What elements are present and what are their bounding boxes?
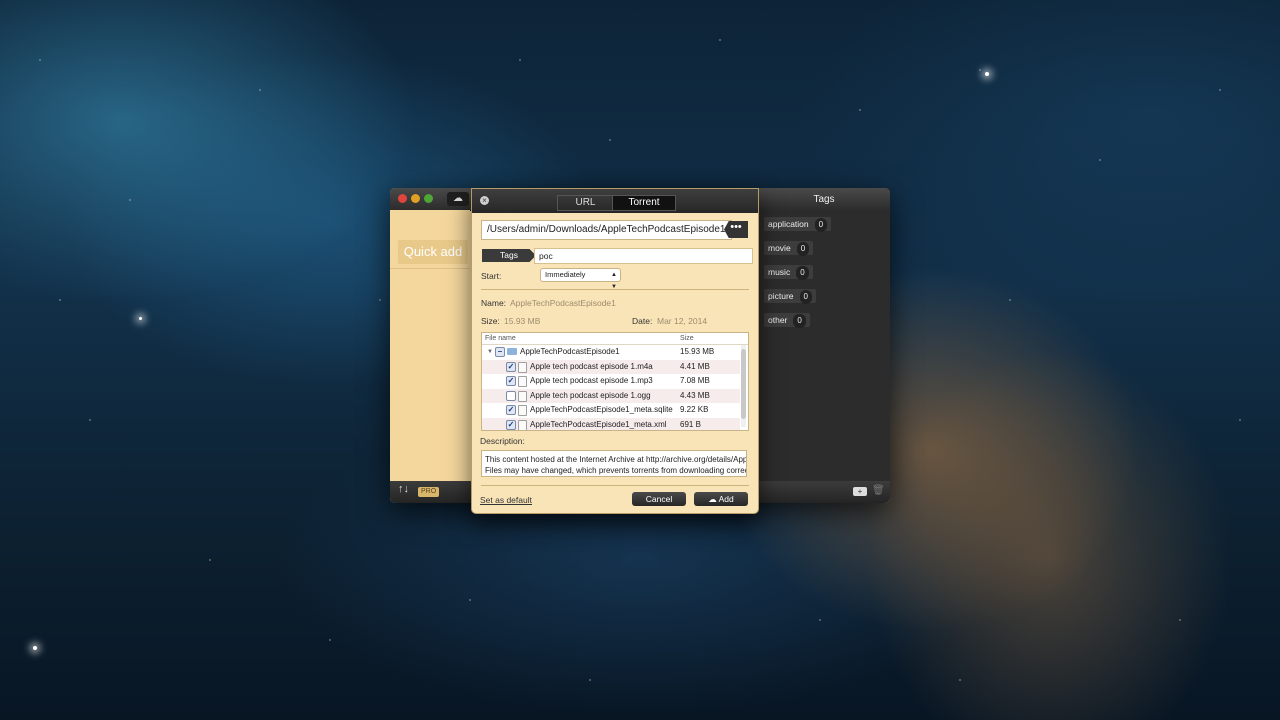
- file-size: 4.41 MB: [680, 361, 710, 371]
- tags-label: Tags: [482, 249, 536, 262]
- tag-count: 0: [793, 314, 806, 328]
- start-select-value: Immediately: [545, 270, 586, 279]
- file-row[interactable]: ✓ Apple tech podcast episode 1.m4a 4.41 …: [482, 359, 740, 374]
- audio-file-icon: [518, 376, 527, 387]
- file-size: 691 B: [680, 419, 701, 429]
- folder-name: AppleTechPodcastEpisode1: [520, 347, 620, 356]
- document-file-icon: [518, 405, 527, 416]
- file-name: Apple tech podcast episode 1.ogg: [530, 390, 651, 400]
- description-line: Files may have changed, which prevents t…: [485, 466, 746, 475]
- name-label: Name:: [481, 298, 507, 308]
- add-torrent-dialog: × URL Torrent /Users/admin/Downloads/App…: [471, 188, 759, 514]
- size-label: Size:: [481, 316, 500, 326]
- disclosure-triangle-icon[interactable]: ▼: [487, 345, 493, 360]
- cloud-upload-icon: ☁: [708, 494, 717, 504]
- column-size[interactable]: Size: [680, 333, 694, 344]
- add-button-label: Add: [718, 494, 734, 504]
- audio-file-icon: [518, 390, 527, 402]
- file-size: 9.22 KB: [680, 405, 709, 414]
- document-file-icon: [518, 419, 527, 430]
- close-window-button[interactable]: [398, 194, 407, 203]
- bright-star: [33, 646, 37, 650]
- tag-label: picture: [768, 291, 794, 301]
- tag-label: movie: [768, 243, 791, 253]
- audio-file-icon: [518, 361, 527, 373]
- file-size: 4.43 MB: [680, 390, 710, 400]
- divider: [390, 268, 470, 269]
- file-checkbox[interactable]: ✓: [506, 376, 516, 386]
- file-name: Apple tech podcast episode 1.mp3: [530, 376, 653, 385]
- tag-label: application: [768, 219, 809, 229]
- torrent-path-field[interactable]: /Users/admin/Downloads/AppleTechPodcastE…: [481, 220, 732, 240]
- quick-add-field[interactable]: Quick add: [398, 240, 468, 264]
- file-row[interactable]: ✓ Apple tech podcast episode 1.mp3 7.08 …: [482, 374, 740, 389]
- file-size: 7.08 MB: [680, 376, 710, 385]
- browse-button[interactable]: •••: [724, 221, 748, 238]
- transfer-arrows-icon[interactable]: ↑↓: [398, 483, 409, 495]
- tag-count: 0: [799, 290, 812, 304]
- tag-count: 0: [814, 218, 828, 232]
- file-name: Apple tech podcast episode 1.m4a: [530, 361, 653, 371]
- file-name: AppleTechPodcastEpisode1_meta.xml: [530, 419, 667, 429]
- file-checkbox[interactable]: [506, 390, 516, 401]
- zoom-window-button[interactable]: [424, 194, 433, 203]
- tag-label: music: [768, 267, 791, 277]
- file-list-header: File name Size: [482, 333, 748, 345]
- tab-url[interactable]: URL: [557, 195, 614, 211]
- file-list-scrollbar[interactable]: [741, 345, 746, 427]
- folder-checkbox[interactable]: –: [495, 347, 505, 357]
- tag-item-music[interactable]: music 0: [764, 265, 813, 280]
- tag-count: 0: [796, 242, 810, 256]
- date-label: Date:: [632, 316, 653, 326]
- file-row[interactable]: Apple tech podcast episode 1.ogg 4.43 MB: [482, 388, 740, 403]
- bright-star: [139, 317, 142, 320]
- tag-count: 0: [796, 266, 809, 280]
- tab-torrent[interactable]: Torrent: [612, 195, 676, 211]
- tags-panel: Tags application 0 movie 0 music 0 picture 0…: [758, 188, 890, 481]
- file-row[interactable]: ✓ AppleTechPodcastEpisode1_meta.sqlite 9…: [482, 403, 740, 418]
- dialog-titlebar: × URL Torrent: [472, 189, 758, 213]
- left-pane: Quick add: [390, 210, 470, 482]
- pro-badge[interactable]: PRO: [418, 487, 440, 497]
- date-value: Mar 12, 2014: [657, 316, 708, 326]
- set-as-default-link[interactable]: Set as default: [480, 495, 532, 505]
- add-tag-button[interactable]: +: [853, 487, 867, 496]
- tag-label: other: [768, 315, 788, 325]
- description-label: Description:: [480, 436, 525, 446]
- cancel-button[interactable]: Cancel: [632, 492, 686, 506]
- minimize-window-button[interactable]: [411, 194, 420, 203]
- scrollbar-thumb[interactable]: [741, 349, 746, 419]
- description-line: This content hosted at the Internet Arch…: [485, 455, 747, 464]
- start-select[interactable]: Immediately ▲ ▼: [540, 268, 621, 290]
- tag-item-picture[interactable]: picture 0: [764, 289, 816, 304]
- name-value: AppleTechPodcastEpisode1: [510, 298, 616, 308]
- tag-item-other[interactable]: other 0: [764, 313, 810, 328]
- file-checkbox[interactable]: ✓: [506, 419, 516, 430]
- close-icon[interactable]: ×: [480, 196, 489, 205]
- tag-item-application[interactable]: application 0: [764, 217, 832, 232]
- tag-item-movie[interactable]: movie 0: [764, 241, 814, 256]
- divider: [481, 485, 749, 486]
- file-checkbox[interactable]: ✓: [506, 405, 516, 415]
- size-value: 15.93 MB: [504, 316, 541, 326]
- divider: [481, 289, 749, 290]
- start-label: Start:: [481, 271, 502, 281]
- trash-icon[interactable]: 🗑: [872, 485, 885, 496]
- file-checkbox[interactable]: ✓: [506, 361, 516, 372]
- file-list: File name Size ▼ – AppleTechPodcastEpiso…: [481, 332, 749, 431]
- tags-input[interactable]: poc: [534, 248, 753, 264]
- description-box[interactable]: This content hosted at the Internet Arch…: [481, 450, 747, 477]
- folder-row[interactable]: ▼ – AppleTechPodcastEpisode1 15.93 MB: [482, 345, 740, 360]
- file-name: AppleTechPodcastEpisode1_meta.sqlite: [530, 405, 673, 414]
- cloud-upload-icon[interactable]: ☁: [447, 192, 469, 206]
- folder-size: 15.93 MB: [680, 347, 715, 356]
- column-file-name[interactable]: File name: [485, 333, 516, 344]
- tags-panel-header: Tags: [758, 188, 890, 210]
- folder-icon: [507, 348, 517, 355]
- add-button[interactable]: ☁ Add: [694, 492, 748, 506]
- file-row[interactable]: ✓ AppleTechPodcastEpisode1_meta.xml 691 …: [482, 417, 740, 430]
- bright-star: [985, 72, 989, 76]
